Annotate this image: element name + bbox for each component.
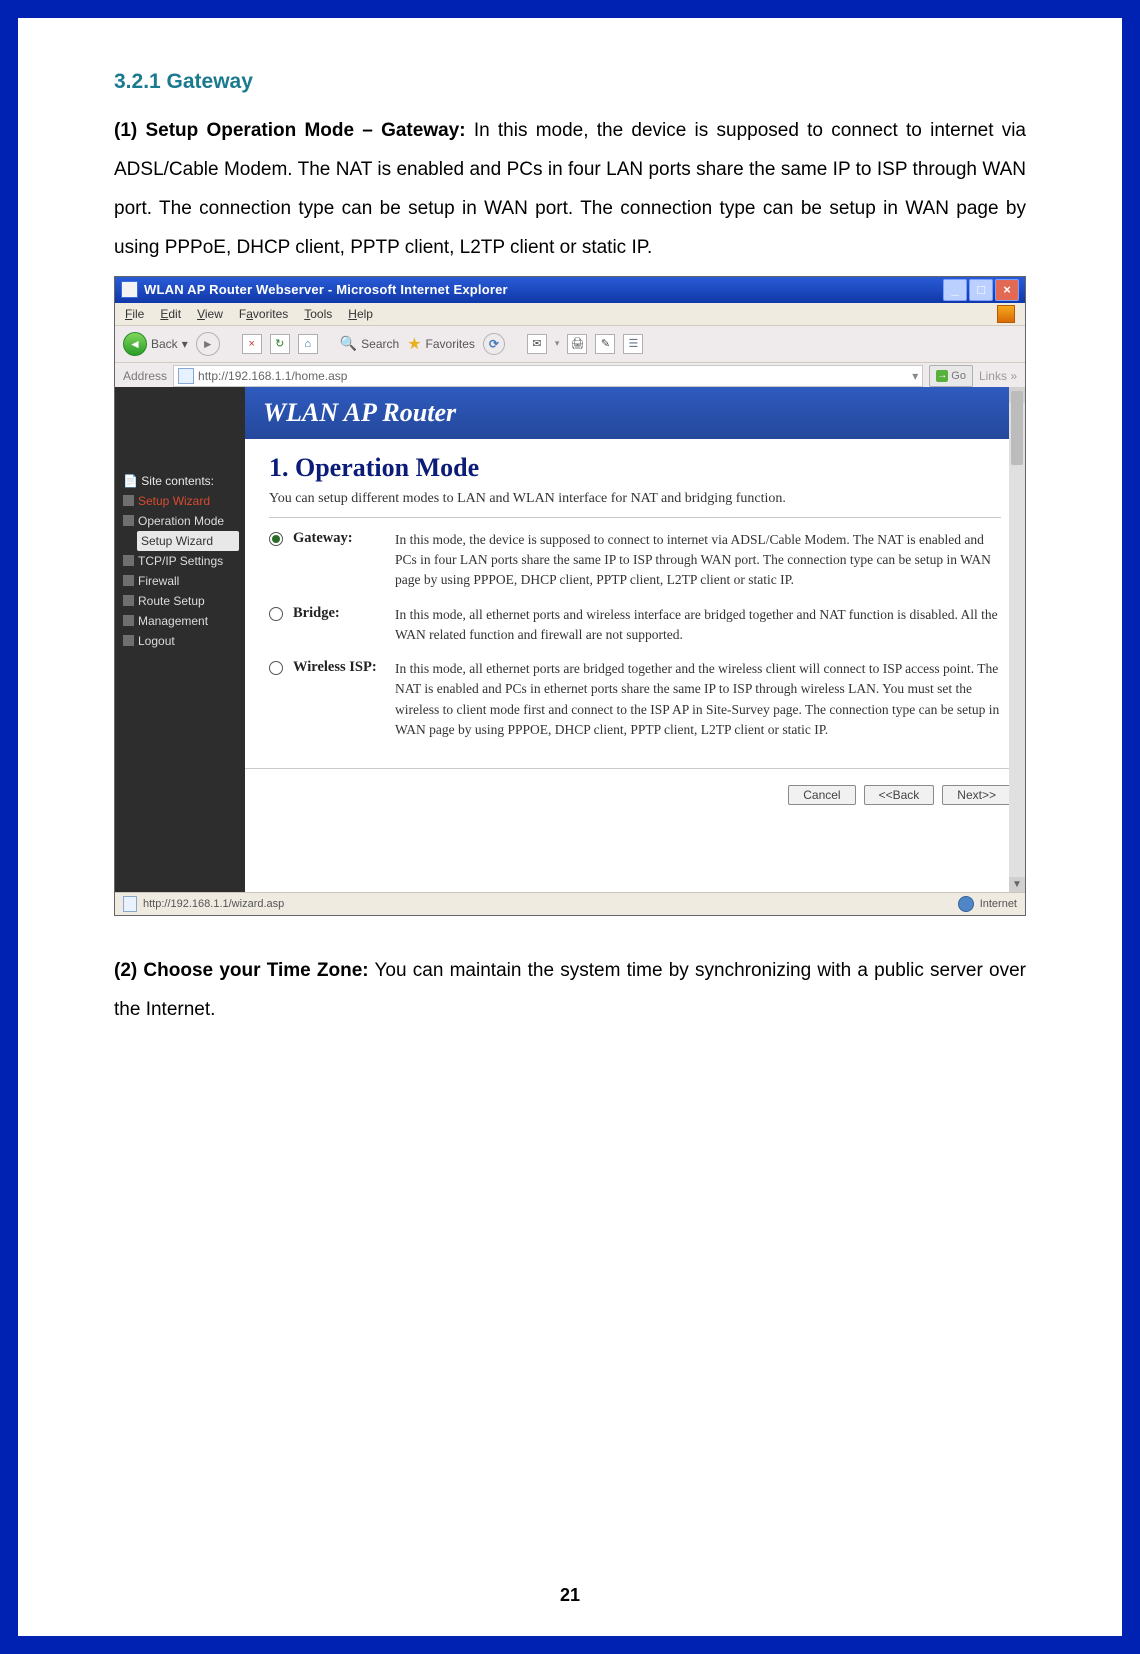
option-wisp: Wireless ISP: In this mode, all ethernet… xyxy=(269,659,1001,740)
section-heading: 3.2.1 Gateway xyxy=(114,70,1026,94)
page-number: 21 xyxy=(18,1585,1122,1606)
address-label: Address xyxy=(123,369,167,383)
search-label: Search xyxy=(361,337,399,351)
print-button[interactable]: 🖨 xyxy=(567,334,587,354)
cancel-button[interactable]: Cancel xyxy=(788,785,855,805)
gateway-label: Gateway: xyxy=(293,530,385,591)
back-wizard-button[interactable]: <<Back xyxy=(864,785,935,805)
scrollbar[interactable]: ▲ ▼ xyxy=(1009,387,1025,893)
page-icon xyxy=(178,368,194,384)
url-value: http://192.168.1.1/home.asp xyxy=(198,369,347,383)
stop-button[interactable]: × xyxy=(242,334,262,354)
window-title: WLAN AP Router Webserver - Microsoft Int… xyxy=(144,282,943,297)
system-buttons: _ □ × xyxy=(943,279,1019,301)
scroll-down-icon[interactable]: ▼ xyxy=(1009,877,1025,893)
wisp-label: Wireless ISP: xyxy=(293,659,385,740)
close-button[interactable]: × xyxy=(995,279,1019,301)
menu-view[interactable]: View xyxy=(197,307,223,321)
paragraph-2: (2) Choose your Time Zone: You can maint… xyxy=(114,952,1026,1030)
minimize-button[interactable]: _ xyxy=(943,279,967,301)
page-body: 📄 Site contents: Setup Wizard Operation … xyxy=(115,387,1025,893)
sidebar-item-setup-wizard-active[interactable]: Setup Wizard xyxy=(137,531,239,551)
home-button[interactable]: ⌂ xyxy=(298,334,318,354)
go-button[interactable]: →Go xyxy=(929,365,973,387)
mail-button[interactable]: ✉ xyxy=(527,334,547,354)
page-heading: 1. Operation Mode xyxy=(269,453,1001,483)
radio-bridge[interactable] xyxy=(269,607,283,621)
bridge-desc: In this mode, all ethernet ports and wir… xyxy=(395,605,1001,646)
fav-label: Favorites xyxy=(426,337,475,351)
globe-icon xyxy=(958,896,974,912)
menu-file[interactable]: File xyxy=(125,307,144,321)
sidebar-item-tcpip[interactable]: TCP/IP Settings xyxy=(123,551,239,571)
doc-icon xyxy=(123,896,137,912)
status-url: http://192.168.1.1/wizard.asp xyxy=(143,898,284,910)
menu-tools[interactable]: Tools xyxy=(304,307,332,321)
throbber-icon xyxy=(997,305,1015,323)
go-label: Go xyxy=(951,370,966,382)
sidebar: 📄 Site contents: Setup Wizard Operation … xyxy=(115,387,245,893)
para1-label: (1) Setup Operation Mode – Gateway: xyxy=(114,120,466,141)
gateway-desc: In this mode, the device is supposed to … xyxy=(395,530,1001,591)
button-row: Cancel <<Back Next>> xyxy=(245,768,1025,813)
sidebar-item-operation-mode[interactable]: Operation Mode xyxy=(123,511,239,531)
menu-edit[interactable]: Edit xyxy=(160,307,181,321)
search-button[interactable]: 🔍Search xyxy=(340,335,399,352)
maximize-button[interactable]: □ xyxy=(969,279,993,301)
window-titlebar: WLAN AP Router Webserver - Microsoft Int… xyxy=(115,277,1025,303)
status-bar: http://192.168.1.1/wizard.asp Internet xyxy=(115,892,1025,915)
sidebar-item-logout[interactable]: Logout xyxy=(123,631,239,651)
sidebar-item-setup-wizard[interactable]: Setup Wizard xyxy=(123,491,239,511)
sidebar-item-management[interactable]: Management xyxy=(123,611,239,631)
option-bridge: Bridge: In this mode, all ethernet ports… xyxy=(269,605,1001,646)
sidebar-item-firewall[interactable]: Firewall xyxy=(123,571,239,591)
para2-label: (2) Choose your Time Zone: xyxy=(114,960,369,981)
menu-bar: File Edit View Favorites Tools Help xyxy=(115,303,1025,325)
refresh-button[interactable]: ↻ xyxy=(270,334,290,354)
toolbar: ◄Back ▾ ► × ↻ ⌂ 🔍Search ★Favorites ⟳ ✉ ▾… xyxy=(115,325,1025,363)
bridge-label: Bridge: xyxy=(293,605,385,646)
content-area: WLAN AP Router 1. Operation Mode You can… xyxy=(245,387,1025,893)
sidebar-item-route[interactable]: Route Setup xyxy=(123,591,239,611)
discuss-button[interactable]: ☰ xyxy=(623,334,643,354)
address-bar: Address http://192.168.1.1/home.asp ▾ →G… xyxy=(115,363,1025,390)
back-label: Back xyxy=(151,337,178,351)
radio-gateway[interactable] xyxy=(269,532,283,546)
scroll-thumb[interactable] xyxy=(1011,391,1023,465)
ie-icon xyxy=(121,281,138,298)
screenshot-ie-window: WLAN AP Router Webserver - Microsoft Int… xyxy=(114,276,1026,916)
menu-help[interactable]: Help xyxy=(348,307,373,321)
back-button[interactable]: ◄Back ▾ xyxy=(123,332,188,356)
page-banner: WLAN AP Router xyxy=(245,387,1025,439)
paragraph-1: (1) Setup Operation Mode – Gateway: In t… xyxy=(114,112,1026,268)
next-button[interactable]: Next>> xyxy=(942,785,1011,805)
url-input[interactable]: http://192.168.1.1/home.asp ▾ xyxy=(173,365,923,387)
forward-button[interactable]: ► xyxy=(196,332,220,356)
radio-wisp[interactable] xyxy=(269,661,283,675)
page-intro: You can setup different modes to LAN and… xyxy=(269,491,1001,518)
option-gateway: Gateway: In this mode, the device is sup… xyxy=(269,530,1001,591)
content-panel: 1. Operation Mode You can setup differen… xyxy=(253,447,1017,768)
links-label[interactable]: Links » xyxy=(979,369,1017,383)
favorites-button[interactable]: ★Favorites xyxy=(407,334,475,354)
edit-button[interactable]: ✎ xyxy=(595,334,615,354)
history-button[interactable]: ⟳ xyxy=(483,333,505,355)
sidebar-header: 📄 Site contents: xyxy=(123,471,239,491)
status-zone: Internet xyxy=(980,898,1017,910)
wisp-desc: In this mode, all ethernet ports are bri… xyxy=(395,659,1001,740)
menu-favorites[interactable]: Favorites xyxy=(239,307,288,321)
